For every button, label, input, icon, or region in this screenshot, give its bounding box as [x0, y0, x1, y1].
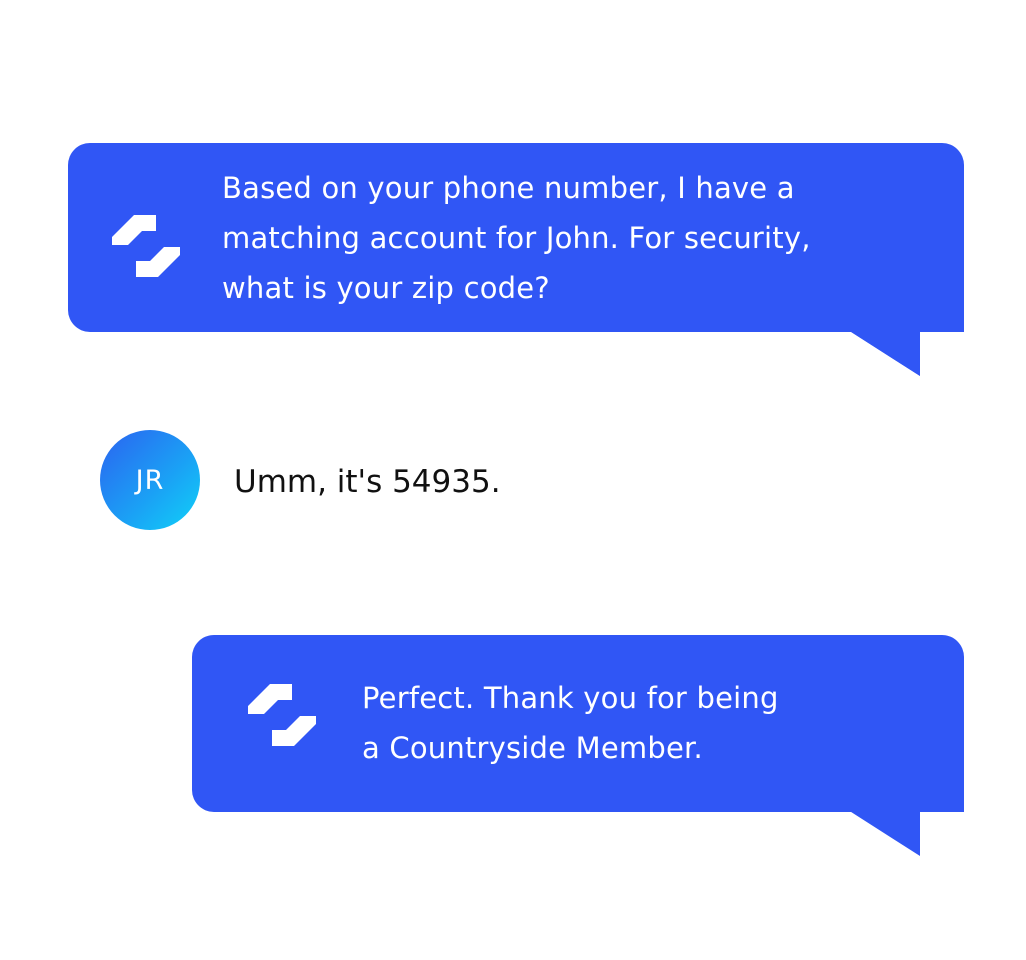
chat-canvas: Based on your phone number, I have a mat… [0, 0, 1026, 960]
bot-message-text: Based on your phone number, I have a mat… [222, 171, 811, 305]
bot-message-bubble: Perfect. Thank you for being a Countrysi… [192, 635, 964, 812]
user-message-text: Umm, it's 54935. [234, 464, 501, 500]
brand-logo-icon [248, 684, 316, 746]
bot-message-text: Perfect. Thank you for being a Countrysi… [362, 681, 779, 765]
bubble-tail [848, 330, 920, 376]
brand-logo-icon [112, 215, 180, 277]
avatar-initials: JR [135, 464, 165, 496]
bot-message-bubble: Based on your phone number, I have a mat… [68, 143, 964, 332]
bubble-tail [848, 810, 920, 856]
avatar: JR [100, 430, 200, 530]
